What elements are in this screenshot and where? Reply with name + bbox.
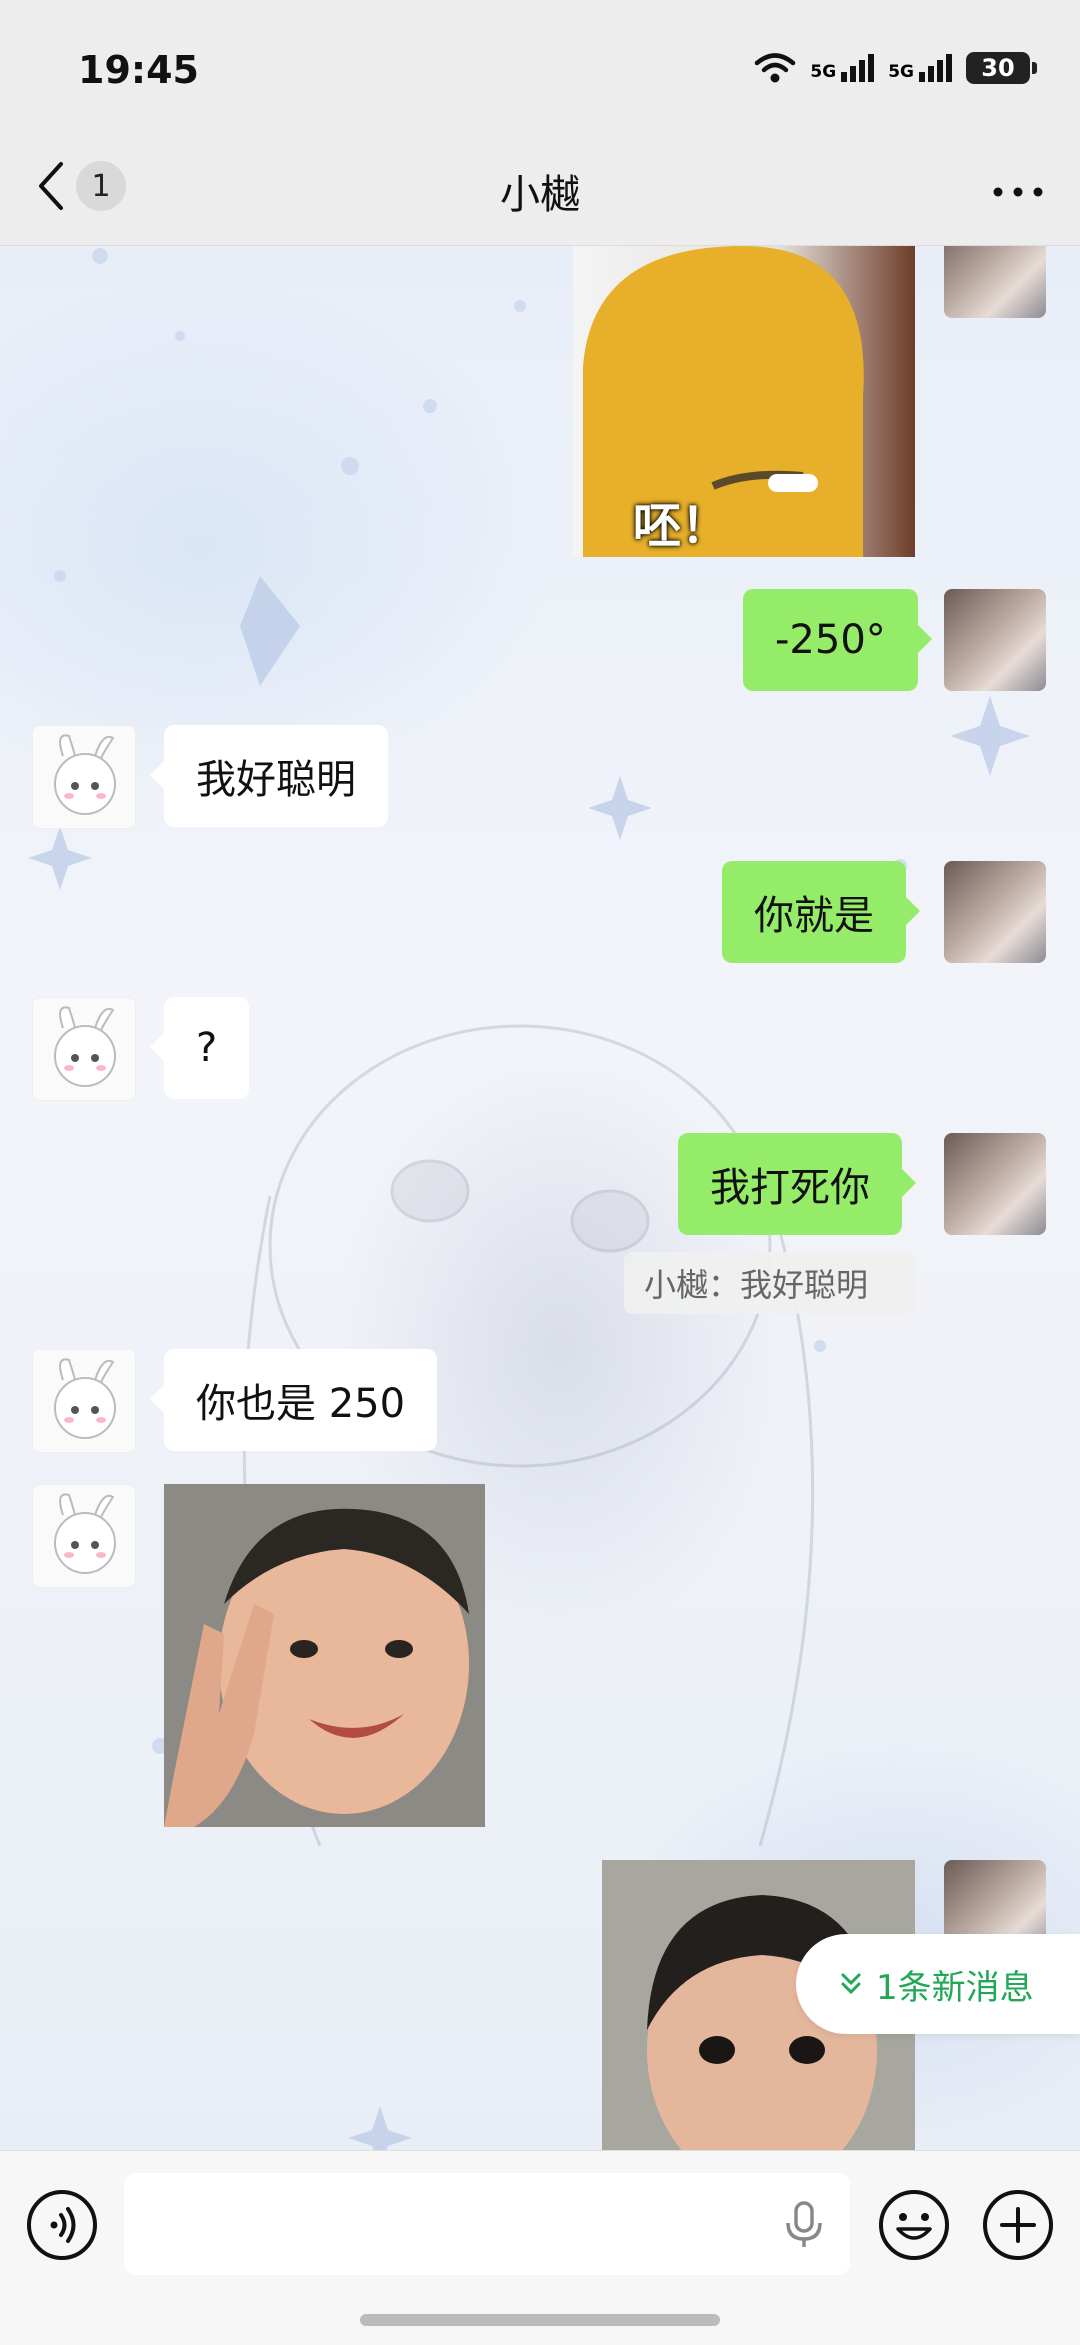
battery-icon: 30 xyxy=(966,52,1037,84)
emoji-button[interactable] xyxy=(878,2189,950,2261)
contact-avatar[interactable] xyxy=(32,997,136,1101)
chat-area[interactable]: 呸！ -250° 我好聪明 你就是 ? 我打死你 小樾：我好聪明 你也是 250 xyxy=(0,246,1080,2150)
cellular-5g-icon-1: 5G xyxy=(810,54,875,82)
home-indicator[interactable] xyxy=(360,2314,720,2326)
message-bubble-sent[interactable]: 你就是 xyxy=(722,861,920,963)
contact-avatar[interactable] xyxy=(32,1349,136,1453)
message-bubble-received[interactable]: 你也是 250 xyxy=(149,1349,438,1451)
voice-icon xyxy=(27,2190,97,2260)
sticker-caption: 呸！ xyxy=(633,498,730,554)
voice-input-button[interactable] xyxy=(782,2201,826,2253)
plus-circle-icon xyxy=(983,2190,1053,2260)
status-bar: 19:45 5G 5G 30 xyxy=(0,0,1080,140)
back-button[interactable]: 1 xyxy=(36,160,126,212)
my-avatar[interactable] xyxy=(944,246,1046,318)
my-avatar[interactable] xyxy=(944,589,1046,691)
message-bubble-received[interactable]: 我好聪明 xyxy=(150,725,388,827)
unread-count-badge: 1 xyxy=(76,161,126,211)
message-bubble-received[interactable]: ? xyxy=(149,997,250,1099)
new-message-label: 1条新消息 xyxy=(876,1967,1034,2008)
cellular-5g-icon-2: 5G xyxy=(888,54,952,82)
bunny-avatar-icon xyxy=(54,1358,116,1439)
emoji-smile-icon xyxy=(879,2190,949,2260)
my-avatar[interactable] xyxy=(944,861,1046,963)
clock: 19:45 xyxy=(78,48,199,92)
microphone-icon xyxy=(786,2201,822,2247)
message-bubble-sent[interactable]: -250° xyxy=(743,589,932,691)
quoted-message[interactable]: 小樾：我好聪明 xyxy=(624,1252,915,1314)
message-bubble-sent[interactable]: 我打死你 xyxy=(678,1133,916,1235)
bunny-avatar-icon xyxy=(54,734,116,815)
voice-mode-button[interactable] xyxy=(26,2189,98,2261)
bunny-avatar-icon xyxy=(54,1006,116,1087)
my-avatar[interactable] xyxy=(944,1133,1046,1235)
more-dots-icon xyxy=(993,187,1043,197)
status-icons: 5G 5G 30 xyxy=(754,52,1037,84)
message-input[interactable] xyxy=(124,2173,850,2275)
wifi-icon xyxy=(755,53,796,83)
sticker-image[interactable]: 呸！ xyxy=(573,246,915,557)
chat-title: 小樾 xyxy=(500,172,580,218)
bunny-avatar-icon xyxy=(54,1493,116,1574)
sticker-image[interactable] xyxy=(164,1484,485,1827)
chevron-left-icon xyxy=(39,162,63,210)
double-chevron-down-icon xyxy=(841,1973,861,1995)
new-message-toast[interactable]: 1条新消息 xyxy=(796,1934,1080,2034)
more-button[interactable] xyxy=(992,168,1044,212)
contact-avatar[interactable] xyxy=(32,725,136,829)
chat-header: 小樾 1 xyxy=(0,140,1080,246)
contact-avatar[interactable] xyxy=(32,1484,136,1588)
background-decoration xyxy=(28,248,1030,2150)
more-actions-button[interactable] xyxy=(982,2189,1054,2261)
